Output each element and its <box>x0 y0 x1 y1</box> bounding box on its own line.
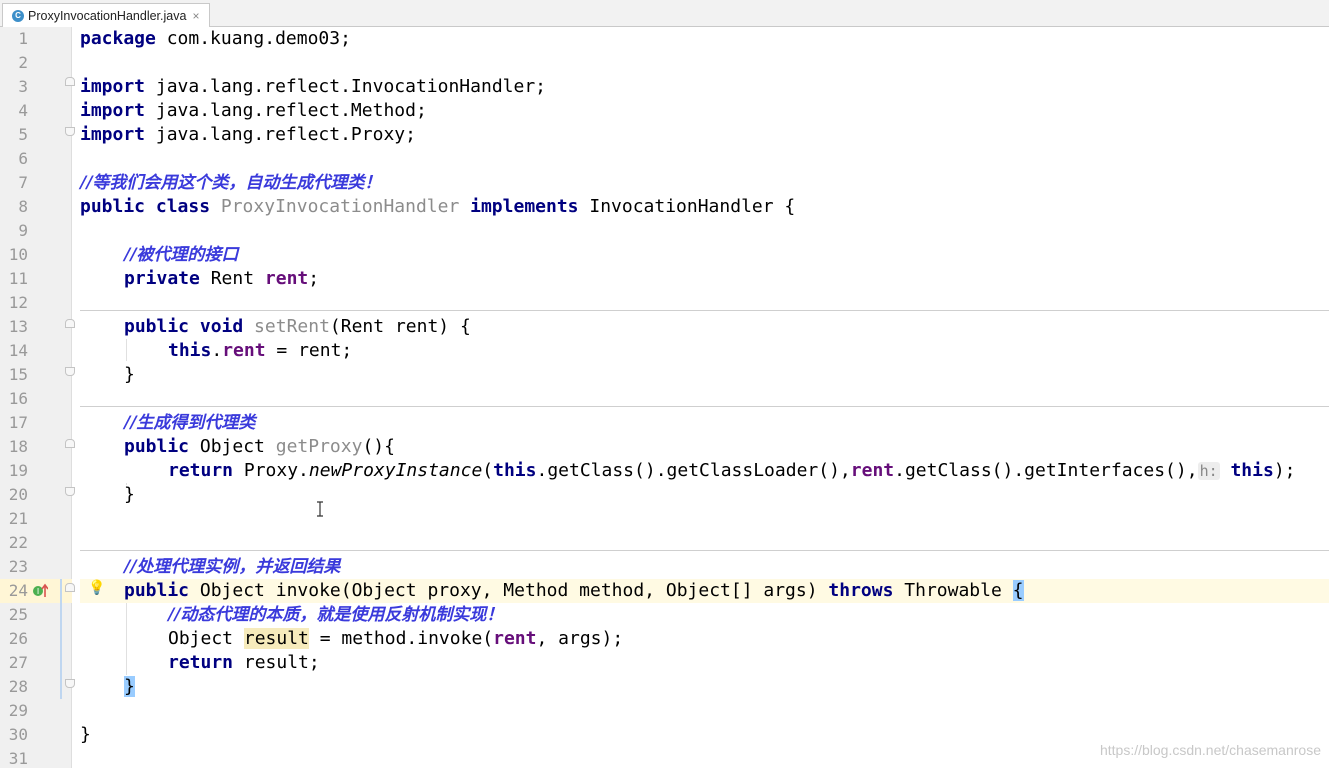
code-line-24[interactable]: public Object invoke(Object proxy, Metho… <box>124 579 1024 603</box>
code-line-14[interactable]: this.rent = rent; <box>168 339 352 363</box>
java-class-icon: C <box>12 9 24 22</box>
line-number: 12 <box>8 293 28 312</box>
code-line-17[interactable]: //生成得到代理类 <box>124 411 255 435</box>
line-number: 29 <box>8 701 28 720</box>
watermark: https://blog.csdn.net/chasemanrose <box>1099 742 1321 758</box>
line-number: 6 <box>18 149 28 168</box>
code-line-25[interactable]: //动态代理的本质，就是使用反射机制实现！ <box>168 603 503 627</box>
editor-tab-bar: C ProxyInvocationHandler.java × <box>0 0 1329 27</box>
code-line-11[interactable]: private Rent rent; <box>124 267 319 291</box>
line-number: 2 <box>18 53 28 72</box>
code-line-18[interactable]: public Object getProxy(){ <box>124 435 395 459</box>
parameter-hint: h: <box>1197 462 1220 480</box>
code-line-7[interactable]: //等我们会用这个类，自动生成代理类！ <box>80 171 381 195</box>
method-separator <box>80 406 1329 407</box>
line-number: 22 <box>8 533 28 552</box>
matched-brace: } <box>124 676 135 697</box>
code-line-23[interactable]: //处理代理实例，并返回结果 <box>124 555 340 579</box>
line-number: 21 <box>8 509 28 528</box>
tab-proxy-invocation-handler[interactable]: C ProxyInvocationHandler.java × <box>2 3 210 27</box>
code-line-8[interactable]: public class ProxyInvocationHandler impl… <box>80 195 795 219</box>
tab-title: ProxyInvocationHandler.java <box>28 8 187 23</box>
code-line-19[interactable]: return Proxy.newProxyInstance(this.getCl… <box>168 459 1296 483</box>
code-line-30[interactable]: } <box>80 723 91 747</box>
code-line-4[interactable]: import java.lang.reflect.Method; <box>80 99 427 123</box>
code-editor[interactable]: I 💡 1 2 3 4 5 6 7 8 9 10 11 12 13 14 15 16 17 18 19 20 21 22 2… <box>0 27 1329 768</box>
highlighted-variable: result <box>243 628 309 649</box>
code-line-15[interactable]: } <box>124 363 135 387</box>
code-line-10[interactable]: //被代理的接口 <box>124 243 238 267</box>
matched-brace: { <box>1012 580 1024 601</box>
text-cursor-icon <box>317 501 323 517</box>
line-number: 31 <box>8 749 28 768</box>
code-line-13[interactable]: public void setRent(Rent rent) { <box>124 315 471 339</box>
close-tab-icon[interactable]: × <box>192 9 199 23</box>
method-separator <box>80 550 1329 551</box>
code-line-3[interactable]: import java.lang.reflect.InvocationHandl… <box>80 75 546 99</box>
line-number: 16 <box>8 389 28 408</box>
method-separator <box>80 310 1329 311</box>
line-number: 9 <box>18 221 28 240</box>
code-line-27[interactable]: return result; <box>168 651 320 675</box>
code-line-26[interactable]: Object result = method.invoke(rent, args… <box>168 627 623 651</box>
code-line-1[interactable]: package com.kuang.demo03; <box>80 27 351 51</box>
code-line-28[interactable]: } <box>124 675 135 699</box>
code-line-20[interactable]: } <box>124 483 135 507</box>
code-line-5[interactable]: import java.lang.reflect.Proxy; <box>80 123 416 147</box>
